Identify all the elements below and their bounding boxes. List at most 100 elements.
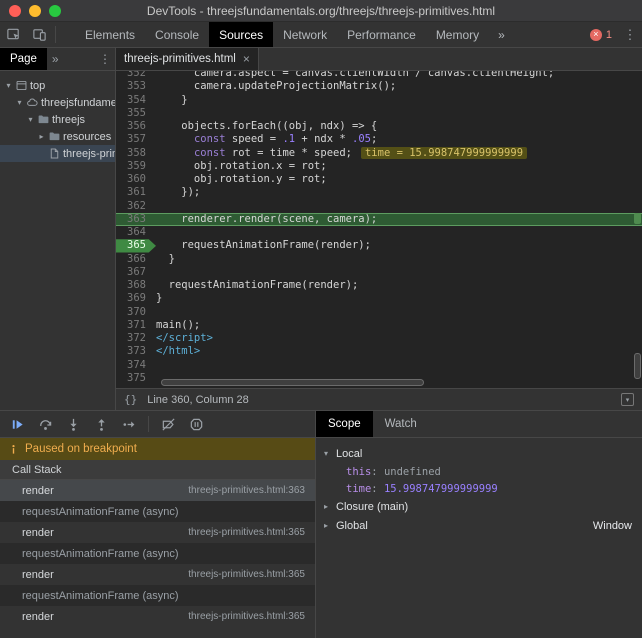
code-line-374[interactable]: 374 [116, 359, 642, 372]
navigator-more-tabs-icon[interactable]: » [47, 48, 64, 70]
code-line-366[interactable]: 366 } [116, 253, 642, 266]
line-number[interactable]: 357 [116, 133, 156, 146]
line-number[interactable]: 372 [116, 332, 156, 345]
line-number[interactable]: 371 [116, 319, 156, 332]
tree-item-threejs-primitives-html[interactable]: threejs-primitives.html [0, 145, 115, 162]
minimize-window-button[interactable] [29, 5, 41, 17]
scope-section-global[interactable]: ▸GlobalWindow [316, 516, 642, 535]
line-number[interactable]: 370 [116, 306, 156, 319]
tree-item-threejs[interactable]: ▾threejs [0, 111, 115, 128]
code-line-360[interactable]: 360 obj.rotation.y = rot; [116, 173, 642, 186]
maximize-window-button[interactable] [49, 5, 61, 17]
line-number[interactable]: 353 [116, 80, 156, 93]
line-number[interactable]: 354 [116, 94, 156, 107]
line-number[interactable]: 374 [116, 359, 156, 372]
inspect-element-icon[interactable] [0, 22, 26, 47]
line-number[interactable]: 352 [116, 71, 156, 80]
scope-variable-time[interactable]: time: 15.998747999999999 [316, 480, 642, 497]
tab-performance[interactable]: Performance [337, 22, 426, 47]
line-number[interactable]: 361 [116, 186, 156, 199]
call-stack-frame[interactable]: renderthreejs-primitives.html:365 [0, 564, 315, 585]
code-line-359[interactable]: 359 obj.rotation.x = rot; [116, 160, 642, 173]
tab-memory[interactable]: Memory [426, 22, 489, 47]
line-number[interactable]: 368 [116, 279, 156, 292]
code-line-363[interactable]: 363 renderer.render(scene, camera); [116, 213, 642, 226]
tab-page[interactable]: Page [0, 48, 47, 70]
line-number[interactable]: 363 [116, 213, 156, 226]
step-button[interactable] [120, 415, 138, 433]
code-line-368[interactable]: 368 requestAnimationFrame(render); [116, 279, 642, 292]
line-number[interactable]: 367 [116, 266, 156, 279]
breakpoint-marker[interactable]: 365 [116, 239, 156, 252]
error-badge[interactable]: × 1 [584, 22, 618, 47]
code-line-365[interactable]: 365 requestAnimationFrame(render); [116, 239, 642, 252]
file-tab[interactable]: threejs-primitives.html × [116, 48, 259, 70]
scope-section-closure-main-[interactable]: ▸Closure (main) [316, 497, 642, 516]
device-toolbar-icon[interactable] [26, 22, 52, 47]
chevron-right-icon[interactable]: ▸ [324, 502, 336, 511]
vertical-scrollbar-thumb[interactable] [634, 353, 641, 379]
panel-toggle-icon[interactable]: ▾ [621, 393, 634, 406]
code-area[interactable]: 352 camera.aspect = canvas.clientWidth /… [116, 71, 642, 388]
tree-item-threejsfundamentals-org[interactable]: ▾threejsfundamentals.org [0, 94, 115, 111]
chevron-right-icon[interactable]: ▸ [324, 521, 336, 530]
code-line-356[interactable]: 356 objects.forEach((obj, ndx) => { [116, 120, 642, 133]
close-window-button[interactable] [9, 5, 21, 17]
line-number[interactable]: 366 [116, 253, 156, 266]
line-number[interactable]: 356 [116, 120, 156, 133]
line-number[interactable]: 369 [116, 292, 156, 305]
code-line-361[interactable]: 361 }); [116, 186, 642, 199]
call-stack-frame[interactable]: renderthreejs-primitives.html:365 [0, 522, 315, 543]
chevron-right-icon[interactable]: ▸ [37, 132, 46, 141]
tab-watch[interactable]: Watch [373, 411, 429, 437]
code-line-352[interactable]: 352 camera.aspect = canvas.clientWidth /… [116, 71, 642, 80]
chevron-down-icon[interactable]: ▾ [324, 449, 336, 458]
tree-item-top[interactable]: ▾top [0, 77, 115, 94]
scope-section-local[interactable]: ▾Local [316, 444, 642, 463]
line-number[interactable]: 364 [116, 226, 156, 239]
scope-variable-this[interactable]: this: undefined [316, 463, 642, 480]
tree-item-resources[interactable]: ▸resources [0, 128, 115, 145]
code-line-358[interactable]: 358 const rot = time * speed;time = 15.9… [116, 147, 642, 160]
tab-network[interactable]: Network [273, 22, 337, 47]
pretty-print-button[interactable]: {} [124, 393, 137, 406]
code-line-372[interactable]: 372</script> [116, 332, 642, 345]
code-line-353[interactable]: 353 camera.updateProjectionMatrix(); [116, 80, 642, 93]
line-number[interactable]: 373 [116, 345, 156, 358]
line-number[interactable]: 355 [116, 107, 156, 120]
tab-elements[interactable]: Elements [75, 22, 145, 47]
resume-button[interactable] [8, 415, 26, 433]
line-number[interactable]: 360 [116, 173, 156, 186]
horizontal-scrollbar-thumb[interactable] [161, 379, 424, 386]
chevron-down-icon[interactable]: ▾ [15, 98, 24, 107]
close-icon[interactable]: × [243, 52, 250, 66]
step-out-button[interactable] [92, 415, 110, 433]
chevron-down-icon[interactable]: ▾ [4, 81, 13, 90]
chevron-down-icon[interactable]: ▾ [26, 115, 35, 124]
line-number[interactable]: 362 [116, 200, 156, 213]
call-stack-frame[interactable]: renderthreejs-primitives.html:363 [0, 480, 315, 501]
tab-scope[interactable]: Scope [316, 411, 373, 437]
more-tabs-icon[interactable]: » [489, 22, 514, 47]
tab-console[interactable]: Console [145, 22, 209, 47]
step-over-button[interactable] [36, 415, 54, 433]
code-line-364[interactable]: 364 [116, 226, 642, 239]
code-line-373[interactable]: 373</html> [116, 345, 642, 358]
navigator-kebab-menu-icon[interactable]: ⋮ [95, 48, 115, 70]
tab-sources[interactable]: Sources [209, 22, 273, 47]
code-line-362[interactable]: 362 [116, 200, 642, 213]
line-number[interactable]: 358 [116, 147, 156, 160]
line-number[interactable]: 359 [116, 160, 156, 173]
code-line-355[interactable]: 355 [116, 107, 642, 120]
code-line-357[interactable]: 357 const speed = .1 + ndx * .05; [116, 133, 642, 146]
deactivate-breakpoints-button[interactable] [159, 415, 177, 433]
code-line-371[interactable]: 371main(); [116, 319, 642, 332]
code-line-369[interactable]: 369} [116, 292, 642, 305]
pause-on-exceptions-button[interactable] [187, 415, 205, 433]
code-line-354[interactable]: 354 } [116, 94, 642, 107]
code-line-367[interactable]: 367 [116, 266, 642, 279]
line-number[interactable]: 375 [116, 372, 156, 385]
code-line-370[interactable]: 370 [116, 306, 642, 319]
kebab-menu-icon[interactable]: ⋮ [618, 22, 642, 47]
step-into-button[interactable] [64, 415, 82, 433]
